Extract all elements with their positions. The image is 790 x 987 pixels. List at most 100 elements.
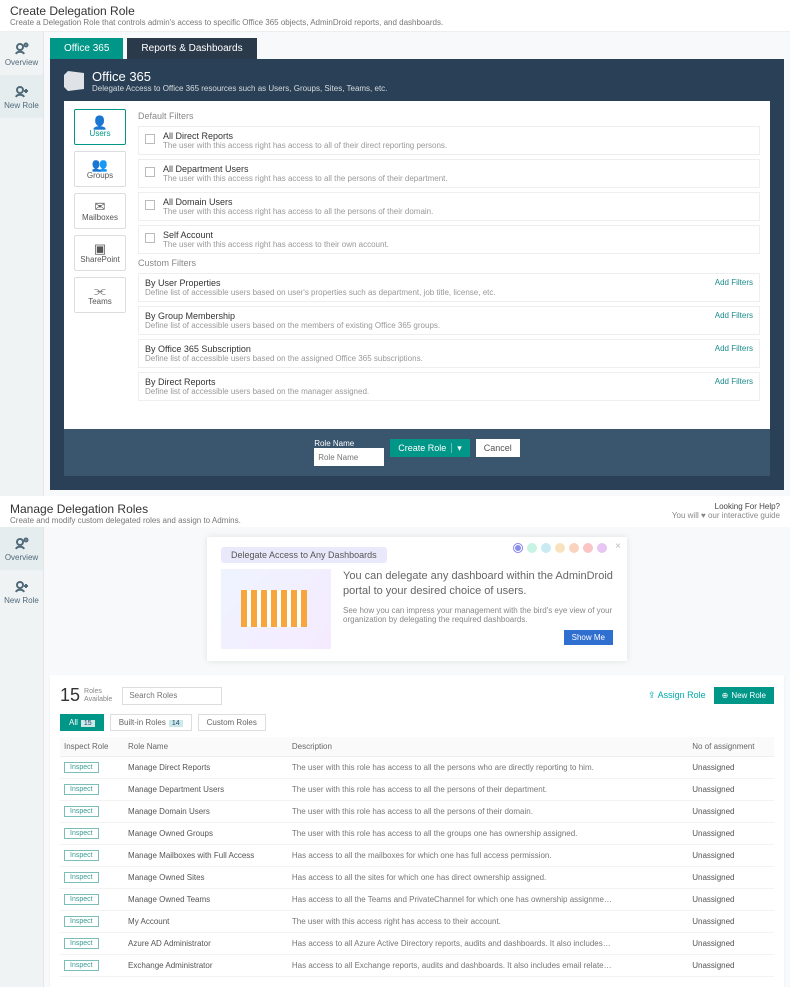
sidenav-new-role[interactable]: New Role bbox=[0, 570, 43, 613]
inspect-button[interactable]: Inspect bbox=[64, 806, 99, 817]
sidenav-new-role[interactable]: New Role bbox=[0, 75, 43, 118]
cancel-button[interactable]: Cancel bbox=[476, 439, 520, 457]
table-row[interactable]: InspectManage Owned TeamsHas access to a… bbox=[60, 889, 774, 911]
roles-wrap: 15 RolesAvailable ⇪ Assign Role ⊕ New Ro… bbox=[50, 675, 784, 987]
create-sidenav: Overview New Role bbox=[0, 32, 44, 496]
assign-icon: ⇪ bbox=[648, 690, 656, 700]
inspect-button[interactable]: Inspect bbox=[64, 938, 99, 949]
tab-custom[interactable]: Custom Roles bbox=[198, 714, 266, 731]
col-desc[interactable]: Description bbox=[288, 737, 688, 757]
sidenav-label: Overview bbox=[5, 553, 38, 562]
delegate-panel: Office 365 Delegate Access to Office 365… bbox=[50, 59, 784, 490]
role-name: Manage Department Users bbox=[124, 779, 288, 801]
object-icon: 👥 bbox=[92, 158, 108, 171]
manage-subtitle: Create and modify custom delegated roles… bbox=[10, 516, 241, 525]
role-name: Manage Owned Groups bbox=[124, 823, 288, 845]
carousel-dot[interactable] bbox=[569, 543, 579, 553]
object-groups[interactable]: 👥Groups bbox=[74, 151, 126, 187]
col-name[interactable]: Role Name bbox=[124, 737, 288, 757]
table-row[interactable]: InspectAzure AD AdministratorHas access … bbox=[60, 933, 774, 955]
filter-title: All Domain Users bbox=[163, 197, 433, 207]
table-row[interactable]: InspectManage Direct ReportsThe user wit… bbox=[60, 757, 774, 779]
table-row[interactable]: InspectExchange AdministratorHas access … bbox=[60, 955, 774, 977]
custom-filters-heading: Custom Filters bbox=[138, 258, 760, 268]
default-filter-row[interactable]: Self AccountThe user with this access ri… bbox=[138, 225, 760, 254]
page-title: Create Delegation Role bbox=[10, 4, 780, 18]
role-name: Manage Domain Users bbox=[124, 801, 288, 823]
object-sharepoint[interactable]: ▣SharePoint bbox=[74, 235, 126, 271]
role-name: Azure AD Administrator bbox=[124, 933, 288, 955]
inspect-button[interactable]: Inspect bbox=[64, 960, 99, 971]
col-inspect[interactable]: Inspect Role bbox=[60, 737, 124, 757]
custom-filter-row: By Group MembershipDefine list of access… bbox=[138, 306, 760, 335]
table-row[interactable]: InspectManage Owned GroupsThe user with … bbox=[60, 823, 774, 845]
tab-builtin[interactable]: Built-in Roles14 bbox=[110, 714, 192, 731]
checkbox[interactable] bbox=[145, 200, 155, 210]
info-illustration bbox=[221, 569, 331, 649]
search-input[interactable] bbox=[122, 687, 222, 705]
carousel-dot[interactable] bbox=[555, 543, 565, 553]
checkbox[interactable] bbox=[145, 233, 155, 243]
inspect-button[interactable]: Inspect bbox=[64, 828, 99, 839]
bottom-bar: Role Name Create Role ▾ Cancel bbox=[64, 429, 770, 476]
tab-office365[interactable]: Office 365 bbox=[50, 38, 123, 59]
default-filter-row[interactable]: All Department UsersThe user with this a… bbox=[138, 159, 760, 188]
role-name-input[interactable] bbox=[314, 448, 384, 466]
filters: Default Filters All Direct ReportsThe us… bbox=[138, 109, 760, 405]
object-mailboxes[interactable]: ✉Mailboxes bbox=[74, 193, 126, 229]
add-filters-link[interactable]: Add Filters bbox=[715, 278, 753, 287]
overview-icon bbox=[14, 535, 30, 551]
carousel-dot[interactable] bbox=[541, 543, 551, 553]
table-row[interactable]: InspectManage Department UsersThe user w… bbox=[60, 779, 774, 801]
tab-reports-dashboards[interactable]: Reports & Dashboards bbox=[127, 38, 256, 59]
sidenav-overview[interactable]: Overview bbox=[0, 32, 43, 75]
show-me-button[interactable]: Show Me bbox=[564, 630, 613, 645]
default-filter-row[interactable]: All Direct ReportsThe user with this acc… bbox=[138, 126, 760, 155]
sidenav-label: Overview bbox=[5, 58, 38, 67]
inspect-button[interactable]: Inspect bbox=[64, 762, 99, 773]
object-teams[interactable]: ⫘Teams bbox=[74, 277, 126, 313]
carousel-dots[interactable] bbox=[513, 543, 607, 553]
add-filters-link[interactable]: Add Filters bbox=[715, 344, 753, 353]
table-row[interactable]: InspectManage Owned SitesHas access to a… bbox=[60, 867, 774, 889]
sidenav-label: New Role bbox=[4, 596, 39, 605]
carousel-dot[interactable] bbox=[527, 543, 537, 553]
help-box: Looking For Help? You will ♥ our interac… bbox=[672, 502, 780, 520]
carousel-dot[interactable] bbox=[597, 543, 607, 553]
role-assign: Unassigned bbox=[688, 911, 774, 933]
object-users[interactable]: 👤Users bbox=[74, 109, 126, 145]
assign-role-link[interactable]: ⇪ Assign Role bbox=[648, 690, 706, 701]
tab-all[interactable]: All15 bbox=[60, 714, 104, 731]
role-assign: Unassigned bbox=[688, 889, 774, 911]
tabs: Office 365 Reports & Dashboards bbox=[44, 32, 790, 59]
object-label: Users bbox=[90, 129, 111, 138]
checkbox[interactable] bbox=[145, 134, 155, 144]
close-icon[interactable]: × bbox=[615, 541, 621, 552]
page-subtitle: Create a Delegation Role that controls a… bbox=[10, 18, 780, 27]
default-filter-row[interactable]: All Domain UsersThe user with this acces… bbox=[138, 192, 760, 221]
col-assign[interactable]: No of assignment bbox=[688, 737, 774, 757]
table-row[interactable]: InspectMy AccountThe user with this acce… bbox=[60, 911, 774, 933]
info-sub: See how you can impress your management … bbox=[343, 606, 613, 624]
carousel-dot[interactable] bbox=[513, 543, 523, 553]
create-role-button[interactable]: Create Role ▾ bbox=[390, 439, 470, 457]
checkbox[interactable] bbox=[145, 167, 155, 177]
role-desc: The user with this access right has acce… bbox=[288, 911, 688, 933]
inspect-button[interactable]: Inspect bbox=[64, 916, 99, 927]
inspect-button[interactable]: Inspect bbox=[64, 872, 99, 883]
role-name: Exchange Administrator bbox=[124, 955, 288, 977]
new-role-button[interactable]: ⊕ New Role bbox=[714, 687, 774, 704]
inspect-button[interactable]: Inspect bbox=[64, 894, 99, 905]
object-label: SharePoint bbox=[80, 255, 120, 264]
table-row[interactable]: InspectManage Domain UsersThe user with … bbox=[60, 801, 774, 823]
object-label: Mailboxes bbox=[82, 213, 118, 222]
sidenav-overview[interactable]: Overview bbox=[0, 527, 43, 570]
role-assign: Unassigned bbox=[688, 757, 774, 779]
custom-filter-row: By Direct ReportsDefine list of accessib… bbox=[138, 372, 760, 401]
help-title[interactable]: Looking For Help? bbox=[672, 502, 780, 511]
carousel-dot[interactable] bbox=[583, 543, 593, 553]
info-chip: Delegate Access to Any Dashboards bbox=[221, 547, 387, 563]
add-filters-link[interactable]: Add Filters bbox=[715, 311, 753, 320]
inspect-button[interactable]: Inspect bbox=[64, 784, 99, 795]
add-filters-link[interactable]: Add Filters bbox=[715, 377, 753, 386]
